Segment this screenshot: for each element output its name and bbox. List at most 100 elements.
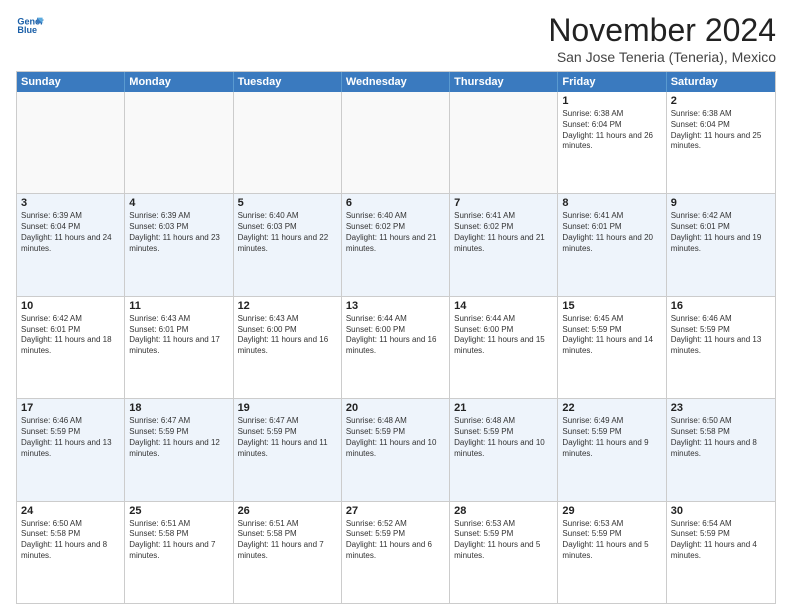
logo: General Blue bbox=[16, 12, 44, 40]
day-number: 28 bbox=[454, 505, 553, 517]
weekday-header: Thursday bbox=[450, 72, 558, 92]
day-number: 9 bbox=[671, 197, 771, 209]
calendar-cell: 6Sunrise: 6:40 AM Sunset: 6:02 PM Daylig… bbox=[342, 194, 450, 295]
title-block: November 2024 San Jose Teneria (Teneria)… bbox=[548, 12, 776, 65]
day-number: 3 bbox=[21, 197, 120, 209]
day-number: 29 bbox=[562, 505, 661, 517]
calendar-cell: 3 Sunrise: 6:39 AM Sunset: 6:04 PM Daylig… bbox=[17, 194, 125, 295]
cell-info: Sunrise: 6:46 AM Sunset: 5:59 PM Dayligh… bbox=[671, 314, 771, 357]
empty-cell bbox=[125, 92, 233, 193]
day-number: 27 bbox=[346, 505, 445, 517]
day-number: 17 bbox=[21, 402, 120, 414]
weekday-header: Wednesday bbox=[342, 72, 450, 92]
calendar-cell: 29 Sunrise: 6:53 AM Sunset: 5:59 PM Dayli… bbox=[558, 502, 666, 603]
calendar-row: 1Sunrise: 6:38 AM Sunset: 6:04 PM Daylig… bbox=[17, 92, 775, 194]
calendar-cell: 12Sunrise: 6:43 AM Sunset: 6:00 PM Dayli… bbox=[234, 297, 342, 398]
cell-info: Sunrise: 6:53 AM Sunset: 5:59 PM Dayligh… bbox=[454, 519, 553, 562]
day-number: 25 bbox=[129, 505, 228, 517]
cell-info: Sunrise: 6:52 AM Sunset: 5:59 PM Dayligh… bbox=[346, 519, 445, 562]
weekday-header: Friday bbox=[558, 72, 666, 92]
cell-info: Sunrise: 6:45 AM Sunset: 5:59 PM Dayligh… bbox=[562, 314, 661, 357]
calendar-cell: 22 Sunrise: 6:49 AM Sunset: 5:59 PM Dayli… bbox=[558, 399, 666, 500]
calendar-cell: 28 Sunrise: 6:53 AM Sunset: 5:59 PM Dayli… bbox=[450, 502, 558, 603]
cell-info: Sunrise: 6:38 AM Sunset: 6:04 PM Dayligh… bbox=[671, 109, 771, 152]
calendar-cell: 14Sunrise: 6:44 AM Sunset: 6:00 PM Dayli… bbox=[450, 297, 558, 398]
logo-icon: General Blue bbox=[16, 12, 44, 40]
calendar-cell: 2 Sunrise: 6:38 AM Sunset: 6:04 PM Daylig… bbox=[667, 92, 775, 193]
weekday-header: Tuesday bbox=[234, 72, 342, 92]
day-number: 18 bbox=[129, 402, 228, 414]
cell-info: Sunrise: 6:41 AM Sunset: 6:02 PM Dayligh… bbox=[454, 211, 553, 254]
day-number: 11 bbox=[129, 300, 228, 312]
cell-info: Sunrise: 6:44 AM Sunset: 6:00 PM Dayligh… bbox=[346, 314, 445, 357]
calendar-row: 17 Sunrise: 6:46 AM Sunset: 5:59 PM Dayli… bbox=[17, 399, 775, 501]
cell-info: Sunrise: 6:50 AM Sunset: 5:58 PM Dayligh… bbox=[671, 416, 771, 459]
day-number: 10 bbox=[21, 300, 120, 312]
day-number: 16 bbox=[671, 300, 771, 312]
cell-info: Sunrise: 6:43 AM Sunset: 6:01 PM Dayligh… bbox=[129, 314, 228, 357]
calendar-cell: 1Sunrise: 6:38 AM Sunset: 6:04 PM Daylig… bbox=[558, 92, 666, 193]
day-number: 7 bbox=[454, 197, 553, 209]
header: General Blue November 2024 San Jose Tene… bbox=[16, 12, 776, 65]
cell-info: Sunrise: 6:53 AM Sunset: 5:59 PM Dayligh… bbox=[562, 519, 661, 562]
cell-info: Sunrise: 6:46 AM Sunset: 5:59 PM Dayligh… bbox=[21, 416, 120, 459]
weekday-header: Saturday bbox=[667, 72, 775, 92]
day-number: 30 bbox=[671, 505, 771, 517]
calendar-cell: 13 Sunrise: 6:44 AM Sunset: 6:00 PM Dayli… bbox=[342, 297, 450, 398]
day-number: 5 bbox=[238, 197, 337, 209]
cell-info: Sunrise: 6:49 AM Sunset: 5:59 PM Dayligh… bbox=[562, 416, 661, 459]
day-number: 13 bbox=[346, 300, 445, 312]
weekday-header: Sunday bbox=[17, 72, 125, 92]
cell-info: Sunrise: 6:39 AM Sunset: 6:04 PM Dayligh… bbox=[21, 211, 120, 254]
calendar-cell: 9 Sunrise: 6:42 AM Sunset: 6:01 PM Daylig… bbox=[667, 194, 775, 295]
calendar: SundayMondayTuesdayWednesdayThursdayFrid… bbox=[16, 71, 776, 604]
cell-info: Sunrise: 6:44 AM Sunset: 6:00 PM Dayligh… bbox=[454, 314, 553, 357]
day-number: 15 bbox=[562, 300, 661, 312]
cell-info: Sunrise: 6:39 AM Sunset: 6:03 PM Dayligh… bbox=[129, 211, 228, 254]
day-number: 21 bbox=[454, 402, 553, 414]
calendar-cell: 18 Sunrise: 6:47 AM Sunset: 5:59 PM Dayli… bbox=[125, 399, 233, 500]
day-number: 22 bbox=[562, 402, 661, 414]
cell-info: Sunrise: 6:51 AM Sunset: 5:58 PM Dayligh… bbox=[238, 519, 337, 562]
cell-info: Sunrise: 6:40 AM Sunset: 6:03 PM Dayligh… bbox=[238, 211, 337, 254]
day-number: 24 bbox=[21, 505, 120, 517]
day-number: 6 bbox=[346, 197, 445, 209]
cell-info: Sunrise: 6:47 AM Sunset: 5:59 PM Dayligh… bbox=[238, 416, 337, 459]
calendar-cell: 21 Sunrise: 6:48 AM Sunset: 5:59 PM Dayli… bbox=[450, 399, 558, 500]
calendar-row: 24 Sunrise: 6:50 AM Sunset: 5:58 PM Dayli… bbox=[17, 502, 775, 603]
cell-info: Sunrise: 6:38 AM Sunset: 6:04 PM Dayligh… bbox=[562, 109, 661, 152]
calendar-row: 10 Sunrise: 6:42 AM Sunset: 6:01 PM Dayli… bbox=[17, 297, 775, 399]
calendar-cell: 17 Sunrise: 6:46 AM Sunset: 5:59 PM Dayli… bbox=[17, 399, 125, 500]
svg-text:Blue: Blue bbox=[17, 25, 37, 35]
cell-info: Sunrise: 6:48 AM Sunset: 5:59 PM Dayligh… bbox=[454, 416, 553, 459]
calendar-cell: 10 Sunrise: 6:42 AM Sunset: 6:01 PM Dayli… bbox=[17, 297, 125, 398]
day-number: 23 bbox=[671, 402, 771, 414]
cell-info: Sunrise: 6:50 AM Sunset: 5:58 PM Dayligh… bbox=[21, 519, 120, 562]
empty-cell bbox=[342, 92, 450, 193]
weekday-header: Monday bbox=[125, 72, 233, 92]
calendar-cell: 5 Sunrise: 6:40 AM Sunset: 6:03 PM Daylig… bbox=[234, 194, 342, 295]
cell-info: Sunrise: 6:48 AM Sunset: 5:59 PM Dayligh… bbox=[346, 416, 445, 459]
calendar-body: 1Sunrise: 6:38 AM Sunset: 6:04 PM Daylig… bbox=[17, 92, 775, 603]
calendar-cell: 11 Sunrise: 6:43 AM Sunset: 6:01 PM Dayli… bbox=[125, 297, 233, 398]
calendar-cell: 27 Sunrise: 6:52 AM Sunset: 5:59 PM Dayli… bbox=[342, 502, 450, 603]
cell-info: Sunrise: 6:54 AM Sunset: 5:59 PM Dayligh… bbox=[671, 519, 771, 562]
day-number: 19 bbox=[238, 402, 337, 414]
day-number: 8 bbox=[562, 197, 661, 209]
cell-info: Sunrise: 6:41 AM Sunset: 6:01 PM Dayligh… bbox=[562, 211, 661, 254]
empty-cell bbox=[234, 92, 342, 193]
cell-info: Sunrise: 6:42 AM Sunset: 6:01 PM Dayligh… bbox=[21, 314, 120, 357]
calendar-row: 3 Sunrise: 6:39 AM Sunset: 6:04 PM Daylig… bbox=[17, 194, 775, 296]
calendar-cell: 19 Sunrise: 6:47 AM Sunset: 5:59 PM Dayli… bbox=[234, 399, 342, 500]
day-number: 2 bbox=[671, 95, 771, 107]
empty-cell bbox=[450, 92, 558, 193]
calendar-cell: 20Sunrise: 6:48 AM Sunset: 5:59 PM Dayli… bbox=[342, 399, 450, 500]
page: General Blue November 2024 San Jose Tene… bbox=[0, 0, 792, 612]
calendar-cell: 4Sunrise: 6:39 AM Sunset: 6:03 PM Daylig… bbox=[125, 194, 233, 295]
calendar-cell: 25Sunrise: 6:51 AM Sunset: 5:58 PM Dayli… bbox=[125, 502, 233, 603]
cell-info: Sunrise: 6:47 AM Sunset: 5:59 PM Dayligh… bbox=[129, 416, 228, 459]
calendar-cell: 16 Sunrise: 6:46 AM Sunset: 5:59 PM Dayli… bbox=[667, 297, 775, 398]
empty-cell bbox=[17, 92, 125, 193]
cell-info: Sunrise: 6:42 AM Sunset: 6:01 PM Dayligh… bbox=[671, 211, 771, 254]
day-number: 26 bbox=[238, 505, 337, 517]
